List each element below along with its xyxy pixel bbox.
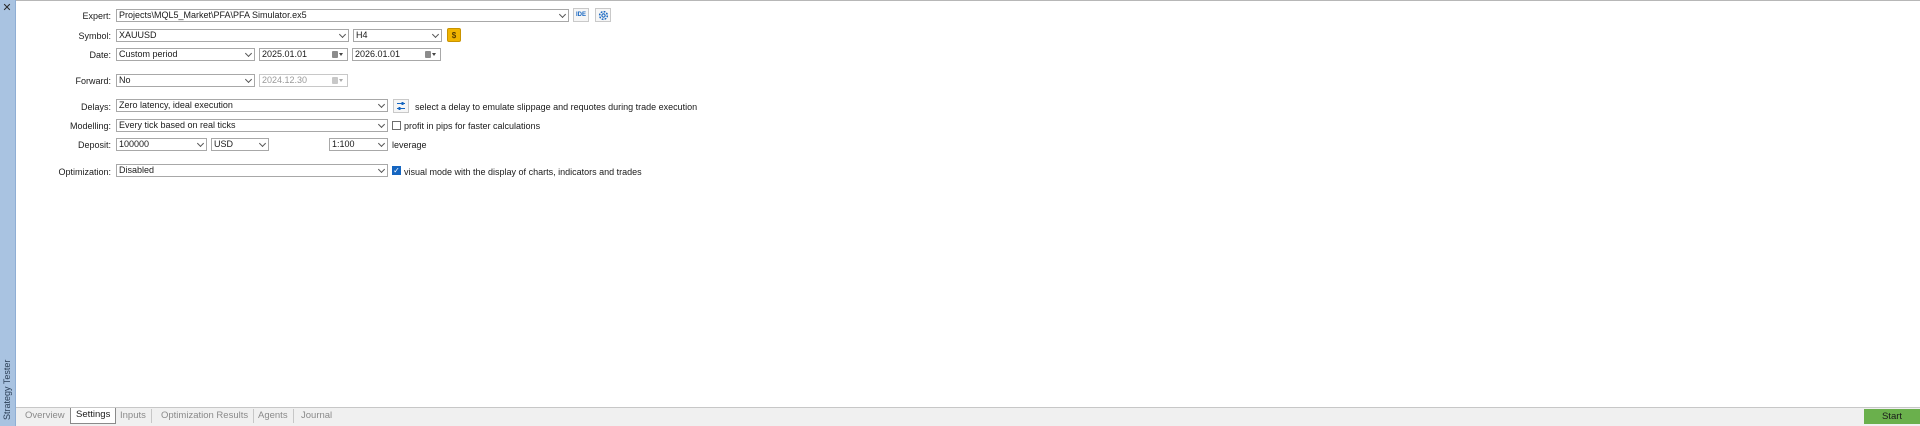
- visual-mode-checkbox[interactable]: ✓: [392, 166, 401, 175]
- symbol-spec-button[interactable]: $: [447, 28, 461, 42]
- deposit-select[interactable]: 100000: [116, 138, 207, 151]
- date-to-field[interactable]: 2026.01.01: [352, 48, 441, 61]
- currency-value: USD: [214, 139, 234, 149]
- delays-value: Zero latency, ideal execution: [119, 100, 233, 110]
- panel-title: Strategy Tester: [2, 359, 12, 420]
- date-mode-value: Custom period: [119, 49, 178, 59]
- ide-button[interactable]: IDE: [573, 8, 589, 22]
- tester-sidebar: ✕ Strategy Tester: [0, 0, 16, 426]
- modelling-label: Modelling:: [69, 121, 111, 131]
- leverage-label: leverage: [392, 140, 427, 150]
- chevron-down-icon: [244, 75, 253, 84]
- leverage-value: 1:100: [332, 139, 355, 149]
- modelling-value: Every tick based on real ticks: [119, 120, 236, 130]
- profit-pips-label: profit in pips for faster calculations: [404, 121, 541, 131]
- tab-inputs[interactable]: Inputs: [115, 409, 152, 423]
- delays-label: Delays:: [80, 102, 111, 112]
- deposit-value: 100000: [119, 139, 150, 149]
- delays-select[interactable]: Zero latency, ideal execution: [116, 99, 388, 112]
- expert-label: Expert:: [82, 11, 111, 21]
- calendar-icon[interactable]: [332, 50, 344, 59]
- date-from-field[interactable]: 2025.01.01: [259, 48, 348, 61]
- delays-hint: select a delay to emulate slippage and r…: [415, 102, 698, 112]
- profit-pips-checkbox[interactable]: [392, 121, 401, 130]
- deposit-label: Deposit:: [77, 140, 111, 150]
- visual-mode-label: visual mode with the display of charts, …: [404, 167, 642, 177]
- forward-value: No: [119, 75, 131, 85]
- date-mode-select[interactable]: Custom period: [116, 48, 255, 61]
- ide-label: IDE: [575, 12, 586, 18]
- forward-label: Forward:: [75, 76, 111, 86]
- tab-journal[interactable]: Journal: [296, 409, 337, 423]
- date-label: Date:: [89, 50, 111, 60]
- top-border: [0, 0, 1920, 1]
- date-to-value: 2026.01.01: [355, 49, 401, 59]
- symbol-label: Symbol:: [78, 31, 111, 41]
- expert-value: Projects\MQL5_Market\PFA\PFA Simulator.e…: [119, 10, 307, 20]
- chevron-down-icon: [377, 165, 386, 174]
- currency-select[interactable]: USD: [211, 138, 269, 151]
- forward-date-field: 2024.12.30: [259, 74, 348, 87]
- chevron-down-icon: [377, 100, 386, 109]
- chevron-down-icon: [244, 49, 253, 58]
- modelling-select[interactable]: Every tick based on real ticks: [116, 119, 388, 132]
- dollar-icon: $: [451, 30, 457, 40]
- date-from-value: 2025.01.01: [262, 49, 308, 59]
- chevron-down-icon: [258, 139, 267, 148]
- tab-agents[interactable]: Agents: [253, 409, 294, 423]
- chevron-down-icon: [196, 139, 205, 148]
- optimization-value: Disabled: [119, 165, 155, 175]
- chevron-down-icon: [377, 139, 386, 148]
- close-icon[interactable]: ✕: [1, 2, 13, 14]
- timeframe-value: H4: [356, 30, 368, 40]
- optimization-select[interactable]: Disabled: [116, 164, 388, 177]
- chevron-down-icon: [338, 30, 347, 39]
- tab-optimization-results[interactable]: Optimization Results: [156, 409, 255, 423]
- chevron-down-icon: [377, 120, 386, 129]
- expert-settings-button[interactable]: [595, 8, 611, 22]
- sliders-icon: [397, 102, 405, 110]
- timeframe-select[interactable]: H4: [353, 29, 442, 42]
- tab-bar: Overview Settings Inputs Optimization Re…: [16, 407, 1920, 426]
- forward-select[interactable]: No: [116, 74, 255, 87]
- calendar-icon: [332, 76, 344, 85]
- leverage-select[interactable]: 1:100: [329, 138, 388, 151]
- expert-select[interactable]: Projects\MQL5_Market\PFA\PFA Simulator.e…: [116, 9, 569, 22]
- chevron-down-icon: [558, 10, 567, 19]
- chevron-down-icon: [431, 30, 440, 39]
- gear-icon: [598, 10, 608, 20]
- tab-settings[interactable]: Settings: [70, 408, 117, 424]
- tab-overview[interactable]: Overview: [20, 409, 71, 423]
- optimization-label: Optimization:: [58, 167, 111, 177]
- symbol-value: XAUUSD: [119, 30, 157, 40]
- delay-settings-button[interactable]: [393, 99, 409, 113]
- calendar-icon[interactable]: [425, 50, 437, 59]
- forward-date-value: 2024.12.30: [262, 75, 308, 85]
- start-button[interactable]: Start: [1864, 409, 1920, 424]
- symbol-select[interactable]: XAUUSD: [116, 29, 349, 42]
